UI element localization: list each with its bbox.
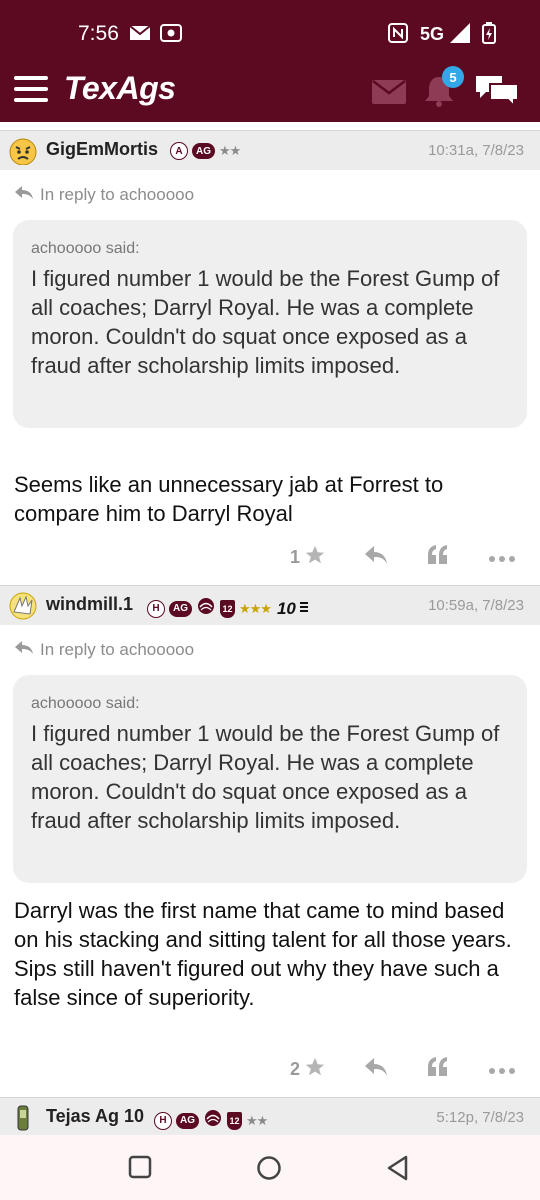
ten-lines-icon (299, 600, 308, 618)
post-timestamp: 5:12p, 7/8/23 (436, 1109, 524, 1126)
menu-icon[interactable] (14, 76, 48, 104)
screen-record-icon (160, 22, 182, 44)
fightin-texas-aggie-band-icon (196, 597, 216, 620)
app-bar: TexAgs 5 (0, 62, 540, 122)
post-header: windmill.1 H AG 12 ★★★ 10 10:59a, 7/8/23 (0, 585, 540, 625)
post-timestamp: 10:31a, 7/8/23 (428, 142, 524, 159)
battery-charging-icon (482, 22, 496, 44)
twelfth-man-badge: 12 (227, 1111, 242, 1130)
badge-ag: AG (169, 600, 192, 617)
post-actions: 2 (0, 1048, 540, 1088)
avatar-icon[interactable] (8, 137, 38, 166)
post-body-line: Sips still haven't figured out why they … (14, 956, 499, 1010)
user-badges: H AG 12 ★★★ 10 (147, 597, 308, 620)
badge-h: H (147, 599, 165, 618)
quote-icon[interactable] (426, 544, 450, 571)
reply-to-link[interactable]: In reply to achooooo (14, 184, 194, 205)
texags-logo[interactable]: TexAgs (64, 70, 176, 107)
quote-block: achooooo said: I figured number 1 would … (13, 675, 527, 883)
like-count: 2 (289, 1059, 300, 1079)
status-time: 7:56 (78, 22, 119, 45)
badge-ag: AG (176, 1112, 199, 1129)
reply-icon[interactable] (364, 1056, 388, 1083)
like-count: 1 (289, 547, 300, 567)
post-header: Tejas Ag 10 H AG 12 ★★ 5:12p, 7/8/23 (0, 1097, 540, 1137)
badge-h: H (154, 1111, 172, 1130)
recent-apps-icon[interactable] (128, 1155, 152, 1184)
avatar-icon[interactable] (8, 592, 38, 620)
post-timestamp: 10:59a, 7/8/23 (428, 597, 524, 614)
network-type: 5G (420, 24, 445, 44)
user-badges: H AG 12 ★★ (154, 1109, 268, 1132)
twelfth-man-badge: 12 (220, 599, 235, 618)
reply-to-link[interactable]: In reply to achooooo (14, 639, 194, 660)
mail-icon (130, 22, 150, 44)
notification-count-badge[interactable]: 5 (442, 66, 464, 88)
quote-text: I figured number 1 would be the Forest G… (31, 721, 500, 833)
star-icon (304, 1056, 326, 1083)
nfc-icon (388, 22, 408, 44)
user-stars: ★★ (246, 1112, 268, 1128)
user-badges: A AG ★★ (170, 142, 241, 160)
avatar-icon[interactable] (8, 1104, 38, 1132)
badge-a: A (170, 142, 188, 160)
post-actions: 1 (0, 536, 540, 576)
username[interactable]: windmill.1 (46, 594, 133, 615)
back-icon[interactable] (386, 1155, 410, 1186)
more-options-icon[interactable] (488, 1062, 516, 1080)
quote-text: I figured number 1 would be the Forest G… (31, 266, 500, 378)
quote-author: achooooo said: (31, 695, 140, 712)
status-bar: 7:56 5G (0, 0, 540, 62)
quote-block: achooooo said: I figured number 1 would … (13, 220, 527, 428)
ten-badge: 10 (276, 598, 296, 618)
signal-icon (450, 22, 470, 44)
user-stars: ★★★ (239, 600, 272, 616)
star-icon (304, 544, 326, 571)
fightin-texas-aggie-band-icon (203, 1109, 223, 1132)
reply-to-text: In reply to achooooo (40, 184, 195, 204)
quote-author: achooooo said: (31, 240, 140, 257)
more-options-icon[interactable] (488, 550, 516, 568)
system-nav-bar (0, 1134, 540, 1200)
like-button[interactable]: 2 (290, 1056, 326, 1083)
mail-icon[interactable] (372, 80, 406, 109)
quote-icon[interactable] (426, 1056, 450, 1083)
reply-icon[interactable] (364, 544, 388, 571)
reply-to-text: In reply to achooooo (40, 639, 195, 659)
home-icon[interactable] (256, 1155, 282, 1186)
post-body: Seems like an unnecessary jab at Forrest… (14, 472, 444, 526)
username[interactable]: Tejas Ag 10 (46, 1106, 144, 1127)
badge-ag: AG (192, 143, 215, 159)
like-button[interactable]: 1 (290, 544, 326, 571)
reply-arrow-icon (14, 184, 34, 205)
username[interactable]: GigEmMortis (46, 139, 158, 160)
post-body: Darryl was the first name that came to m… (14, 896, 526, 1012)
user-stars: ★★ (219, 143, 241, 158)
chat-icon[interactable] (474, 72, 520, 113)
post-body-line: Darryl was the first name that came to m… (14, 898, 512, 952)
post-header: GigEmMortis A AG ★★ 10:31a, 7/8/23 (0, 130, 540, 170)
reply-arrow-icon (14, 639, 34, 660)
